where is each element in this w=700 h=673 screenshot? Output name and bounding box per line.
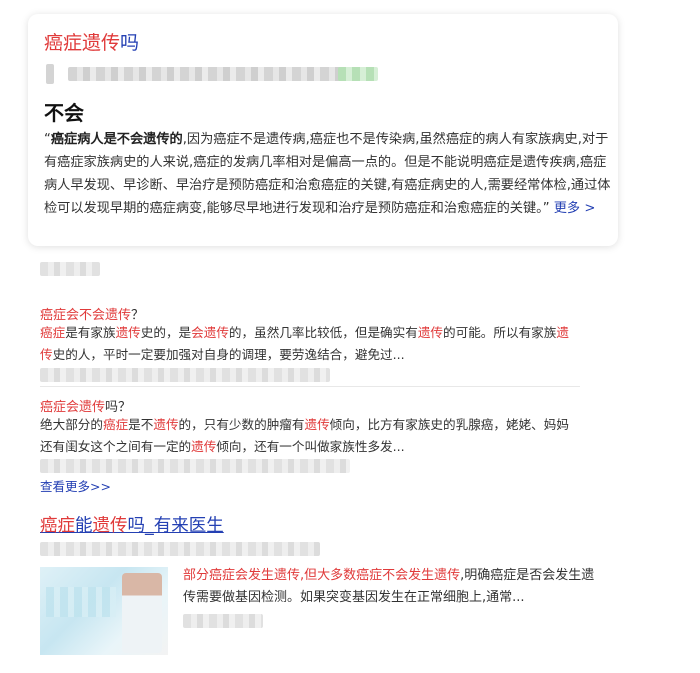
highlight-term: 遗传 xyxy=(115,325,141,340)
source-badge-blur xyxy=(338,67,378,81)
highlight-term: 遗传 xyxy=(417,325,443,340)
snippet-text: 史的人，平时一定要加强对自身的调理，要劳逸结合，避免过... xyxy=(52,347,405,362)
result-title[interactable]: 癌症会不会遗传？ xyxy=(40,304,144,323)
big-result-meta-blur xyxy=(183,614,263,628)
highlight-term: 遗传 xyxy=(304,417,330,432)
result-snippet: 癌症是有家族遗传史的，是会遗传的，虽然几率比较低，但是确实有遗传的可能。所以有家… xyxy=(40,322,580,366)
highlight-term: 会遗传 xyxy=(191,325,229,340)
big-result-title[interactable]: 癌症能遗传吗_有来医生 xyxy=(40,512,224,537)
answer-body: “癌症病人是不会遗传的,因为癌症不是遗传病,癌症也不是传染病,虽然癌症的病人有家… xyxy=(44,132,611,216)
big-result-source-blur xyxy=(40,542,320,556)
card-title[interactable]: 癌症遗传吗 xyxy=(44,28,139,55)
snippet-text: 倾向，比方有家族史的乳腺癌，姥姥、妈 xyxy=(329,417,557,432)
big-result-snippet: 部分癌症会发生遗传,但大多数癌症不会发生遗传,明确癌症是否会发生遗传需要做基因检… xyxy=(183,568,595,605)
highlight-term: 遗传 xyxy=(153,417,179,432)
result-title[interactable]: 癌症会遗传吗？ xyxy=(40,396,131,415)
result-source-blur xyxy=(40,368,330,382)
snippet-text: 的，虽然几率比较低，但是确实有 xyxy=(228,325,418,340)
source-logo-blur xyxy=(46,64,54,84)
answer-text: 不会 xyxy=(44,101,84,125)
more-link[interactable]: 更多 > xyxy=(554,201,596,216)
answer-card: 癌症遗传吗 不会 “癌症病人是不会遗传的,因为癌症不是遗传病,癌症也不是传染病,… xyxy=(28,14,618,246)
highlight-term: 癌症 xyxy=(40,325,66,340)
result-thumbnail[interactable] xyxy=(40,567,168,655)
source-url-blur xyxy=(68,67,348,81)
doctor-photo xyxy=(122,573,162,653)
section-label-blur xyxy=(40,262,100,276)
highlight-term: 癌症 xyxy=(102,417,129,432)
highlight-term: 遗传 xyxy=(191,439,217,454)
result-snippet: 绝大部分的癌症是不遗传的，只有少数的肿瘤有遗传倾向，比方有家族史的乳腺癌，姥姥、… xyxy=(40,414,580,458)
see-more-link[interactable]: 查看更多>> xyxy=(40,476,111,495)
divider xyxy=(40,386,580,387)
snippet-text: 的可能。所以有家族 xyxy=(443,325,557,340)
snippet-text: 是有家族 xyxy=(65,325,116,340)
snippet-text: 史的，是 xyxy=(140,325,192,340)
snippet-text: 是不 xyxy=(128,417,154,432)
snippet-text: 绝大部分的 xyxy=(40,417,103,432)
result-source-blur xyxy=(40,459,350,473)
snippet-text: 的，只有少数的肿瘤有 xyxy=(178,417,305,432)
snippet-text: 倾向，还有一个叫做家族性多发... xyxy=(216,439,405,454)
